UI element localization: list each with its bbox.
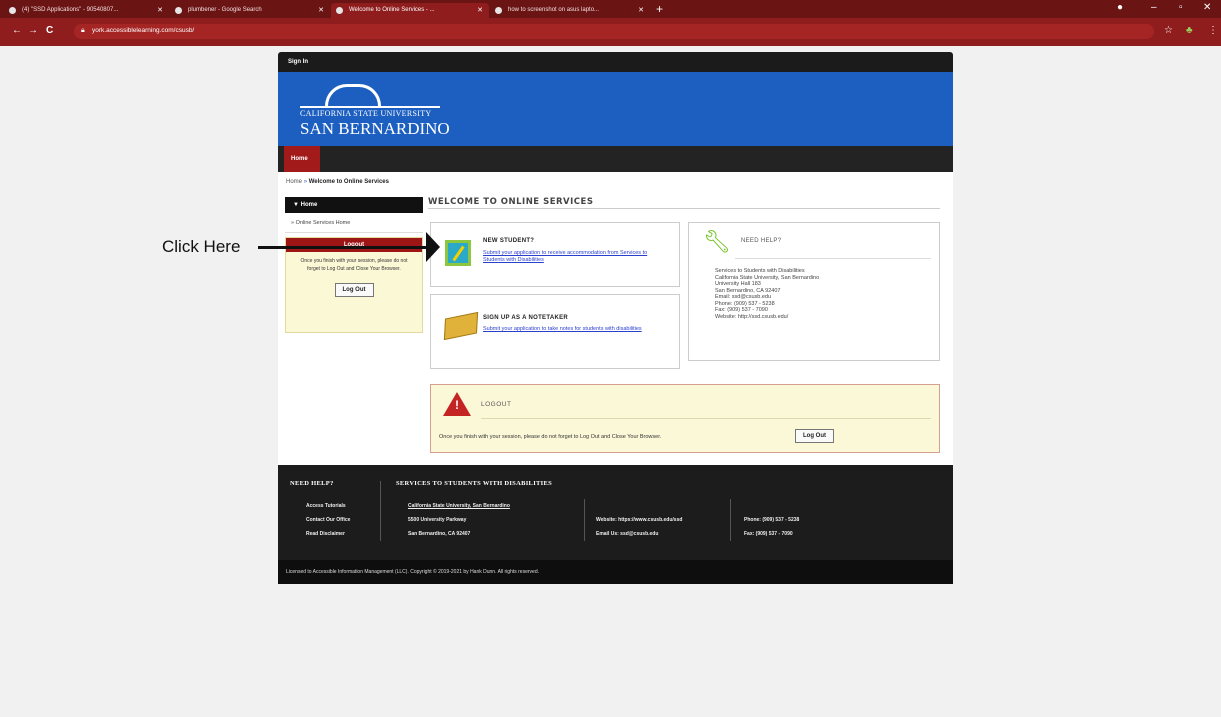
logo-text-line2[interactable]: SAN BERNARDINO <box>300 119 450 139</box>
left-sidebar: ▼ Home » Online Services Home Logout Onc… <box>285 197 423 333</box>
new-tab-button[interactable]: + <box>656 2 663 16</box>
breadcrumb-separator: » <box>303 179 308 185</box>
footer: NEED HELP? Access Tutorials Contact Our … <box>278 465 953 560</box>
sidebar-logout-box: Logout Once you finish with your session… <box>285 237 423 333</box>
sidebar-header-home[interactable]: ▼ Home <box>285 197 423 213</box>
tab-close-icon[interactable]: ✕ <box>318 6 324 14</box>
footer-services-heading: SERVICES TO STUDENTS WITH DISABILITIES <box>396 480 553 487</box>
tab-label: (4) "SSD Applications" - 90540807... <box>22 7 119 13</box>
browser-tab-bar: (4) "SSD Applications" - 90540807... ✕ p… <box>0 0 1221 18</box>
profile-icon[interactable]: ● <box>1117 2 1123 13</box>
sidebar-logout-header: Logout <box>286 238 422 252</box>
copyright-bar: Licensed to Accessible Information Manag… <box>278 560 953 584</box>
footer-address-line1: 5500 University Parkway <box>408 517 467 523</box>
sidebar-item-online-services-home[interactable]: » Online Services Home <box>285 213 423 233</box>
browser-tab[interactable]: how to screenshot on asus lapto... ✕ <box>490 3 650 18</box>
annotation-arrow-icon <box>426 232 440 262</box>
footer-link-read-disclaimer[interactable]: Read Disclaimer <box>306 531 345 537</box>
minimize-button[interactable]: – <box>1151 2 1157 13</box>
footer-link-access-tutorials[interactable]: Access Tutorials <box>306 503 346 509</box>
website: Sign In CALIFORNIA STATE UNIVERSITY SAN … <box>278 52 953 584</box>
footer-address-line2: San Bernardino, CA 92407 <box>408 531 471 537</box>
header-banner: CALIFORNIA STATE UNIVERSITY SAN BERNARDI… <box>278 72 953 146</box>
page-content: Home » Welcome to Online Services ▼ Home… <box>278 172 953 465</box>
signin-link[interactable]: Sign In <box>288 59 308 65</box>
notetaker-title: SIGN UP AS A NOTETAKER <box>483 315 569 321</box>
notetaker-card: SIGN UP AS A NOTETAKER Submit your appli… <box>430 294 680 369</box>
new-student-link[interactable]: Submit your application to receive accom… <box>483 250 663 264</box>
tab-label: plumbener - Google Search <box>188 7 262 13</box>
address-bar-row: ← → C 🔒︎ york.accessiblelearning.com/csu… <box>0 18 1221 46</box>
tab-label: Welcome to Online Services - ... <box>349 7 435 13</box>
tab-favicon-icon <box>9 7 16 14</box>
footer-link-contact-office[interactable]: Contact Our Office <box>306 517 350 523</box>
google-favicon-icon <box>495 7 502 14</box>
logout-card-button[interactable]: Log Out <box>795 429 834 443</box>
need-help-title: NEED HELP? <box>741 238 782 244</box>
forward-button[interactable]: → <box>28 25 38 36</box>
lock-icon: 🔒︎ <box>81 27 85 34</box>
main-nav: Home <box>278 146 953 172</box>
breadcrumb-home-link[interactable]: Home <box>286 179 302 185</box>
university-logo-icon <box>325 84 381 106</box>
footer-fax: Fax: (909) 537 - 7090 <box>744 531 793 537</box>
footer-org-name[interactable]: California State University, San Bernard… <box>408 503 510 509</box>
footer-divider <box>584 499 585 541</box>
tab-favicon-icon <box>336 7 343 14</box>
extension-icon[interactable]: ♣ <box>1186 25 1193 36</box>
tab-label: how to screenshot on asus lapto... <box>508 7 600 13</box>
tab-close-icon[interactable]: ✕ <box>157 6 163 14</box>
google-favicon-icon <box>175 7 182 14</box>
footer-email[interactable]: Email Us: ssd@csusb.edu <box>596 531 658 537</box>
contact-website[interactable]: Website: http://ssd.csusb.edu/ <box>715 314 819 321</box>
close-window-button[interactable]: ✕ <box>1203 2 1211 13</box>
browser-tab-active[interactable]: Welcome to Online Services - ... ✕ <box>331 3 489 18</box>
divider <box>481 418 931 419</box>
breadcrumb-current: Welcome to Online Services <box>308 179 389 185</box>
page-title: WELCOME TO ONLINE SERVICES <box>428 197 940 209</box>
sidebar-logout-text: Once you finish with your session, pleas… <box>300 258 408 272</box>
browser-tab[interactable]: plumbener - Google Search ✕ <box>170 3 330 18</box>
new-student-icon[interactable] <box>445 240 471 266</box>
footer-phone: Phone: (909) 537 - 5238 <box>744 517 800 523</box>
back-button[interactable]: ← <box>12 25 22 36</box>
footer-divider <box>730 499 731 541</box>
footer-website[interactable]: Website: https://www.csusb.edu/ssd <box>596 517 682 523</box>
maximize-button[interactable]: ▫ <box>1179 2 1183 13</box>
need-help-card: 🔧︎ NEED HELP? Services to Students with … <box>688 222 940 361</box>
contact-info: Services to Students with Disabilities C… <box>715 268 819 320</box>
footer-divider <box>380 481 381 541</box>
reload-button[interactable]: C <box>46 25 53 36</box>
wrench-icon: 🔧︎ <box>703 229 731 254</box>
menu-icon[interactable]: ⋮ <box>1208 25 1218 36</box>
logout-card-title: LOGOUT <box>481 401 512 408</box>
click-here-annotation: Click Here <box>162 237 241 256</box>
new-student-card: NEW STUDENT? Submit your application to … <box>430 222 680 287</box>
url-text: york.accessiblelearning.com/csusb/ <box>92 27 195 34</box>
contact-line: Services to Students with Disabilities <box>715 268 805 274</box>
notebook-icon[interactable] <box>443 311 479 341</box>
url-input[interactable]: 🔒︎ york.accessiblelearning.com/csusb/ <box>74 24 1154 39</box>
breadcrumb: Home » Welcome to Online Services <box>286 179 389 185</box>
notetaker-link[interactable]: Submit your application to take notes fo… <box>483 326 663 333</box>
footer-help-heading: NEED HELP? <box>290 480 334 487</box>
logo-text-line1: CALIFORNIA STATE UNIVERSITY <box>300 109 432 118</box>
signin-bar: Sign In <box>278 52 953 72</box>
browser-tab[interactable]: (4) "SSD Applications" - 90540807... ✕ <box>4 3 169 18</box>
warning-icon <box>443 392 471 416</box>
logo-divider <box>300 106 440 108</box>
tab-close-icon[interactable]: ✕ <box>477 6 483 14</box>
annotation-arrow-line <box>258 246 428 249</box>
tab-close-icon[interactable]: ✕ <box>638 6 644 14</box>
bookmark-star-icon[interactable]: ☆ <box>1164 25 1173 36</box>
logout-card: LOGOUT Once you finish with your session… <box>430 384 940 453</box>
new-student-title: NEW STUDENT? <box>483 238 535 244</box>
nav-home-tab[interactable]: Home <box>284 146 320 172</box>
divider <box>735 258 931 259</box>
sidebar-logout-button[interactable]: Log Out <box>334 283 374 297</box>
logout-card-text: Once you finish with your session, pleas… <box>439 434 662 440</box>
